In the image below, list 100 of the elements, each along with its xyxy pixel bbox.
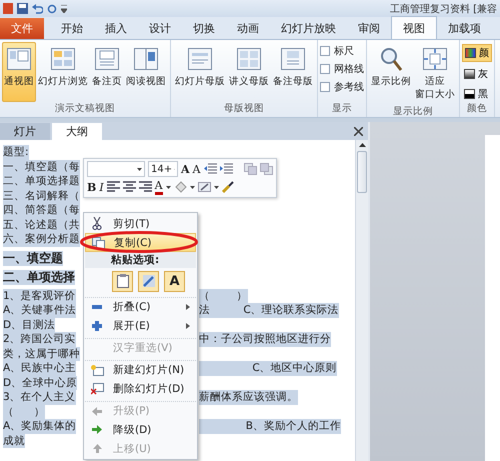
outline-text: 题型: [3, 145, 29, 160]
italic-button[interactable]: I [99, 180, 104, 194]
font-color-button[interactable]: A [154, 180, 163, 194]
plus-icon [92, 320, 102, 330]
align-right-icon[interactable] [138, 181, 152, 193]
menu-item[interactable]: 删除幻灯片(D) [85, 379, 196, 398]
paste-option-button[interactable] [112, 270, 133, 292]
menu-item[interactable]: 展开(E) [85, 316, 196, 335]
scrollbar[interactable] [355, 140, 368, 461]
outline-text: 五、论述题（共 [3, 218, 80, 232]
outline-text: 2、跨国公司实 [3, 332, 76, 346]
scroll-thumb[interactable] [357, 151, 367, 193]
align-left-icon[interactable] [106, 181, 120, 193]
app-icon [3, 3, 13, 14]
outline-text: B、奖励个人的工作 [199, 419, 341, 434]
checkbox-label: 标尺 [334, 44, 354, 58]
format-painter-icon[interactable] [222, 181, 235, 193]
customize-toolbar-icon[interactable] [61, 4, 67, 12]
group-label: 母版视图 [223, 102, 265, 116]
left-arrow-icon [92, 406, 102, 416]
new-slide-icon [90, 364, 104, 376]
dropdown-caret-icon [137, 168, 142, 170]
outline-text: 二、单项选择 [3, 270, 75, 284]
outline-text: 类，这属于哪种 [3, 346, 80, 361]
paste-text-button[interactable]: A [164, 270, 185, 292]
color-mode-button[interactable]: 颜 [462, 44, 492, 62]
submenu-arrow-icon [186, 304, 190, 310]
normal-view-icon [6, 46, 32, 72]
group-label: 颜色 [466, 102, 488, 116]
outline-text: 三、名词解释（ [3, 188, 80, 203]
minus-icon [92, 305, 102, 309]
view-button[interactable]: 通视图 [2, 42, 36, 102]
grow-font-button[interactable]: A [181, 162, 190, 176]
menu-item[interactable]: 折叠(C) [85, 297, 196, 316]
ribbon-tab[interactable]: 审阅 [347, 18, 391, 39]
outline-text: C、地区中心原则 [199, 361, 337, 376]
checkbox[interactable] [320, 64, 330, 74]
outline-text: 3、在个人主义 [3, 390, 76, 404]
ribbon-tab[interactable]: 插入 [94, 18, 138, 39]
increase-indent-icon[interactable] [220, 163, 232, 175]
menu-section-header: 粘贴选项: [85, 252, 196, 268]
font-name-field[interactable] [87, 161, 145, 177]
outline-text: 二、单项选择题 [3, 174, 80, 188]
undo-icon[interactable] [32, 4, 43, 14]
ribbon-tab[interactable]: 视图 [391, 16, 437, 39]
group-label: 显示比例 [392, 105, 434, 117]
outline-text: 中：子公司按照地区进行分 [199, 332, 331, 346]
outline-text: 一、填空题 [3, 250, 63, 266]
outline-text: 成就 [3, 434, 25, 448]
dropdown-caret-icon [166, 186, 171, 188]
view-button[interactable]: 备注母版 [271, 42, 315, 102]
shrink-font-button[interactable]: A [192, 162, 200, 176]
pane-tab[interactable]: 灯片 [0, 123, 50, 140]
fill-bucket-icon[interactable] [174, 181, 187, 193]
font-size-field[interactable]: 14+ [148, 161, 178, 177]
decrease-indent-icon[interactable] [204, 163, 216, 175]
menu-item[interactable]: 新建幻灯片(N) [85, 360, 196, 379]
file-tab[interactable]: 文件 [0, 18, 44, 39]
outline-text: 1、是客观评价 [3, 288, 76, 303]
dropdown-caret-icon [190, 186, 195, 188]
view-button[interactable]: 幻灯片母版 [173, 42, 227, 102]
color-mode-button[interactable]: 黑 [462, 86, 492, 102]
view-button[interactable]: 备注页 [90, 42, 124, 102]
paste-option-button[interactable] [138, 270, 159, 292]
slide-sorter-icon [50, 46, 76, 72]
view-button[interactable]: 适应窗口大小 [413, 42, 457, 105]
outline-text: A、奖励集体的 [3, 419, 76, 434]
notes-master-icon [280, 46, 306, 72]
ribbon-tab[interactable]: 加载项 [437, 18, 492, 39]
ribbon-tab[interactable]: 设计 [138, 18, 182, 39]
dropdown-caret-icon [214, 186, 219, 188]
ribbon-tab[interactable]: 切换 [182, 18, 226, 39]
checkbox-label: 参考线 [334, 80, 364, 94]
menu-item[interactable]: 剪切(T) [85, 214, 196, 233]
outline-text: D、全球中心原 [3, 376, 78, 390]
checkbox[interactable] [320, 46, 330, 56]
save-icon[interactable] [17, 3, 28, 14]
view-button[interactable]: 阅读视图 [124, 42, 168, 102]
ribbon-tab[interactable]: 幻灯片放映 [270, 18, 347, 39]
outline-text: （ ） [3, 404, 46, 419]
outline-text: 法 C、理论联系实际法 [199, 303, 339, 318]
scroll-up-icon[interactable] [358, 143, 366, 147]
outline-text: A、关键事件法 [3, 303, 76, 318]
view-button[interactable]: 讲义母版 [227, 42, 271, 102]
ribbon-tab[interactable]: 开始 [50, 18, 94, 39]
notes-page-icon [94, 46, 120, 72]
window-title: 工商管理复习资料 [兼容 [390, 2, 497, 16]
pen-icon[interactable] [198, 181, 211, 193]
align-center-icon[interactable] [122, 181, 136, 193]
bold-button[interactable]: B [87, 180, 96, 194]
close-icon[interactable] [354, 127, 363, 136]
menu-item[interactable]: 降级(D) [85, 420, 196, 439]
view-button[interactable]: 幻灯片浏览 [36, 42, 90, 102]
pane-tab[interactable]: 大纲 [52, 123, 102, 140]
color-mode-button[interactable]: 灰 [462, 66, 492, 82]
view-button[interactable]: 显示比例 [369, 42, 413, 105]
book-icon [133, 46, 159, 72]
ribbon-tab[interactable]: 动画 [226, 18, 270, 39]
checkbox[interactable] [320, 82, 330, 92]
scissors-icon [92, 217, 102, 230]
